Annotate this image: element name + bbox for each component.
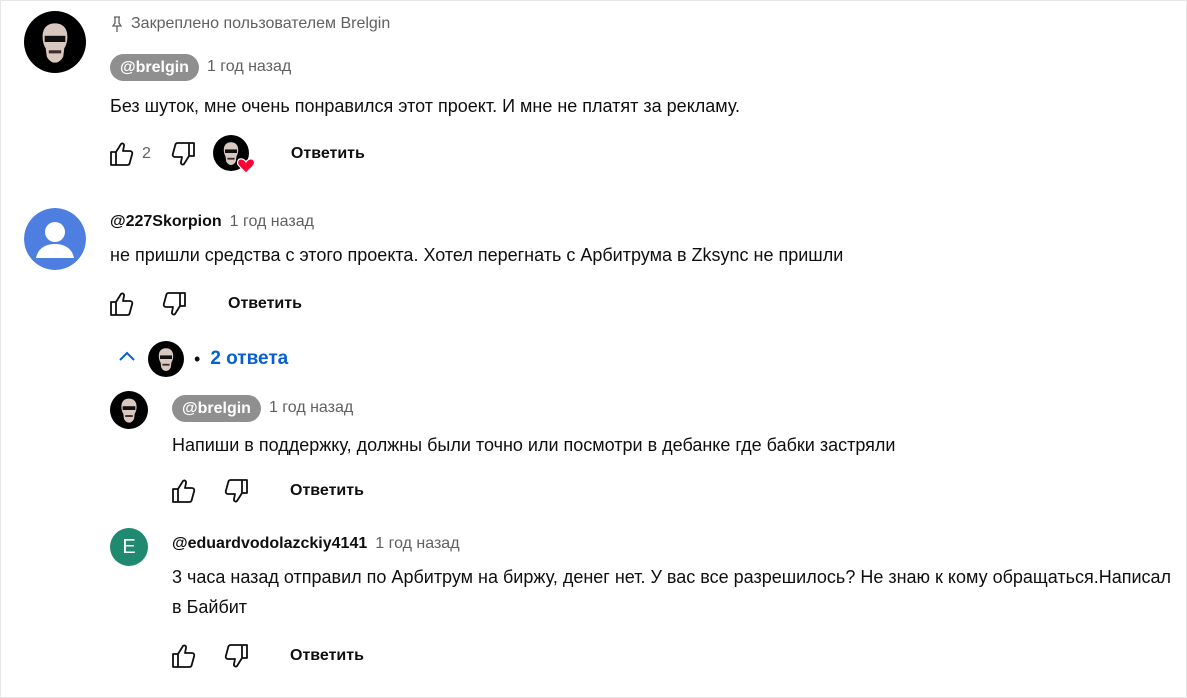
dislike-button[interactable] (220, 475, 252, 507)
timestamp[interactable]: 1 год назад (269, 399, 353, 417)
reply-text: Напиши в поддержку, должны были точно ил… (172, 435, 896, 455)
dislike-button[interactable] (220, 640, 252, 672)
timestamp[interactable]: 1 год назад (207, 58, 291, 76)
comment-text: Без шуток, мне очень понравился этот про… (110, 96, 741, 116)
dislike-button[interactable] (167, 138, 199, 170)
comment-meta: @227Skorpion 1 год назад (110, 208, 1177, 236)
reply-button[interactable]: Ответить (290, 482, 364, 500)
pinned-text: Закреплено пользователем Brelgin (131, 15, 391, 32)
reply-author-avatar[interactable] (110, 391, 148, 429)
reply-meta: @brelgin 1 год назад (172, 394, 1177, 422)
author-name[interactable]: @227Skorpion (110, 208, 222, 236)
reply-button[interactable]: Ответить (228, 295, 302, 313)
replies-toggle[interactable]: • 2 ответа (116, 341, 288, 377)
heart-icon (236, 158, 255, 174)
thumb-up-icon (170, 642, 198, 670)
reply-actions: Ответить (168, 638, 364, 674)
timestamp[interactable]: 1 год назад (375, 535, 459, 553)
author-name[interactable]: @eduardvodolazckiy4141 (172, 530, 367, 558)
reply-text: 3 часа назад отправил по Арбитрум на бир… (172, 567, 1172, 617)
reply-meta: @eduardvodolazckiy4141 1 год назад (172, 530, 1177, 558)
reply-author-avatar[interactable]: E (110, 528, 148, 566)
like-button[interactable] (168, 640, 200, 672)
like-button[interactable] (168, 475, 200, 507)
thumb-down-icon (222, 477, 250, 505)
replier-avatar (148, 341, 184, 377)
dislike-button[interactable] (158, 288, 190, 320)
author-avatar[interactable] (24, 11, 86, 73)
thumb-down-icon (169, 140, 197, 168)
creator-heart[interactable] (213, 135, 255, 174)
comment-meta: @brelgin 1 год назад (110, 53, 1177, 81)
chevron-up-icon (116, 346, 138, 373)
thumb-up-icon (108, 140, 136, 168)
separator-dot: • (194, 348, 201, 369)
like-count: 2 (142, 145, 151, 162)
thumb-up-icon (170, 477, 198, 505)
like-button[interactable] (106, 138, 138, 170)
comment-text: не пришли средства с этого проекта. Хоте… (110, 245, 844, 265)
pin-icon (111, 16, 123, 32)
like-button[interactable] (106, 288, 138, 320)
author-avatar[interactable] (24, 208, 86, 270)
comment-body: @227Skorpion 1 год назад не пришли средс… (110, 208, 1177, 270)
default-avatar-icon (24, 208, 86, 270)
pinned-label: Закреплено пользователем Brelgin (110, 12, 1177, 36)
thumb-down-icon (160, 290, 188, 318)
author-name[interactable]: @brelgin (110, 53, 199, 81)
comment-actions: 2 Ответить (106, 135, 365, 174)
replies-count: 2 ответа (210, 348, 289, 369)
reply-button[interactable]: Ответить (291, 145, 365, 163)
reply-body: @brelgin 1 год назад Напиши в поддержку,… (172, 394, 1177, 460)
reply-actions: Ответить (168, 473, 364, 509)
thumb-down-icon (222, 642, 250, 670)
author-name[interactable]: @brelgin (172, 394, 261, 422)
comment-actions: Ответить (106, 286, 302, 322)
thumb-up-icon (108, 290, 136, 318)
comment-body: Закреплено пользователем Brelgin @brelgi… (110, 12, 1177, 121)
avatar-letter: E (122, 535, 136, 558)
reply-body: @eduardvodolazckiy4141 1 год назад 3 час… (172, 530, 1177, 622)
timestamp[interactable]: 1 год назад (230, 213, 314, 231)
reply-button[interactable]: Ответить (290, 647, 364, 665)
